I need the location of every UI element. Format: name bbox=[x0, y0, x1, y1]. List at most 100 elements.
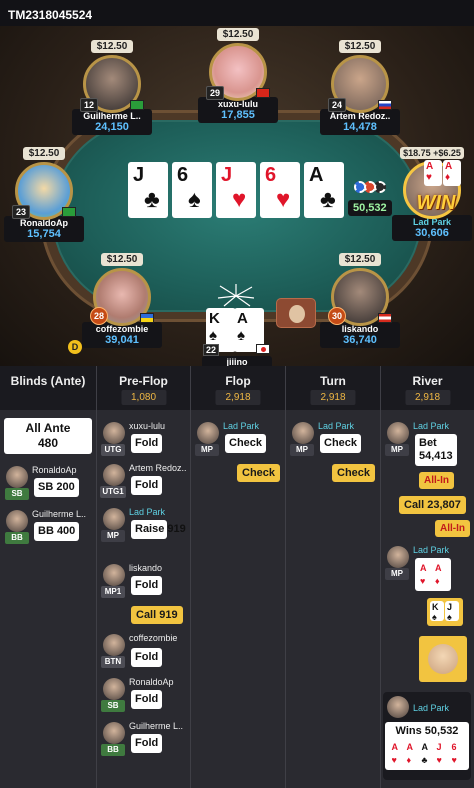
avatar: 23 bbox=[12, 162, 76, 220]
opponent-hand: K ♠J ♠ bbox=[427, 598, 463, 626]
player-name: RonaldoAp bbox=[129, 677, 174, 687]
wins-box: Wins 50,532 A ♥A ♦A ♣J ♥6 ♥ bbox=[385, 722, 469, 770]
brazil-flag-icon bbox=[62, 207, 76, 217]
avatar bbox=[103, 564, 125, 586]
col-flop: Flop 2,918 MP Lad Park Check Check bbox=[190, 366, 285, 788]
player-stack: 15,754 bbox=[27, 228, 61, 240]
player-name: Lad Park bbox=[129, 507, 166, 517]
playing-card: A ♦ bbox=[443, 160, 461, 186]
bet-amount: $18.75 +$6.25 bbox=[400, 147, 464, 159]
player-name: Lad Park bbox=[413, 703, 450, 713]
avatar bbox=[103, 722, 125, 744]
playing-card: 6 ♥ bbox=[449, 740, 464, 765]
col-preflop: Pre-Flop 1,080 UTG xuxu-lulu Fold UTG1 A… bbox=[96, 366, 190, 788]
bet-amount: $12.50 bbox=[338, 253, 382, 266]
seat-lad-park[interactable]: $18.75 +$6.25 A ♥A ♦ WIN Lad Park 30,606 bbox=[392, 143, 472, 241]
player-stack: 36,740 bbox=[343, 334, 377, 346]
player-name: xuxu-lulu bbox=[129, 421, 166, 431]
action-box: Bet 54,413 bbox=[415, 434, 457, 466]
seat-artem[interactable]: $12.50 24 Artem Redoz.. 14,478 bbox=[320, 36, 400, 135]
avatar: A ♥A ♦ WIN bbox=[403, 160, 462, 219]
check-box: Check bbox=[332, 464, 376, 482]
column-pot: 2,918 bbox=[404, 390, 451, 405]
emoji-button[interactable] bbox=[276, 298, 316, 328]
avatar bbox=[103, 422, 125, 444]
call-box: Call 23,807 bbox=[399, 496, 466, 514]
win-banner: WIN bbox=[416, 192, 456, 214]
cracked-glass-icon bbox=[217, 284, 255, 307]
column-title: Flop bbox=[225, 374, 251, 388]
position-badge: UTG1 bbox=[100, 486, 126, 498]
position-badge: BTN bbox=[101, 656, 125, 668]
action-box: Check bbox=[320, 434, 362, 453]
poker-table: $12.50 12 Guilherme L.. 24,150 $12.50 29… bbox=[0, 26, 474, 366]
player-name: Artem Redoz.. bbox=[129, 463, 187, 473]
level-badge: 22 bbox=[203, 344, 220, 356]
all-in-tag: All-In bbox=[419, 472, 454, 489]
player-stack: 24,150 bbox=[95, 121, 129, 133]
level-badge: 28 bbox=[90, 307, 108, 325]
avatar bbox=[103, 464, 125, 486]
check-box: Check bbox=[237, 464, 281, 482]
playing-card: K ♠ bbox=[430, 601, 444, 622]
avatar: 28 bbox=[90, 268, 154, 326]
bet-amount: $12.50 bbox=[100, 253, 144, 266]
board-card: 6 ♠ bbox=[172, 162, 212, 218]
pot-amount: 50,532 bbox=[348, 200, 392, 216]
playing-card: A ♦ bbox=[433, 561, 447, 586]
position-badge: BB bbox=[101, 744, 125, 756]
position-badge: SB bbox=[101, 700, 125, 712]
hero-nameplate: jiiino 0 bbox=[202, 356, 272, 366]
player-stack: 39,041 bbox=[105, 334, 139, 346]
japan-flag-icon bbox=[256, 344, 270, 354]
avatar: 12 bbox=[80, 55, 144, 113]
bet-amount: $12.50 bbox=[216, 28, 260, 41]
col-blinds: Blinds (Ante) All Ante 480 SB RonaldoAp S… bbox=[0, 366, 96, 788]
playing-card: J ♠ bbox=[445, 601, 459, 622]
board-card: J ♣ bbox=[128, 162, 168, 218]
seat-liskando[interactable]: $12.50 30 liskando 36,740 bbox=[320, 249, 400, 348]
position-badge: MP bbox=[290, 444, 314, 456]
player-name: Guilherme L.. bbox=[32, 509, 87, 519]
shown-hand: A ♥A ♦ bbox=[415, 558, 451, 591]
action-box: Raise 919 bbox=[131, 520, 186, 539]
avatar bbox=[103, 678, 125, 700]
position-badge: SB bbox=[5, 488, 29, 500]
position-badge: BB bbox=[5, 532, 29, 544]
player-name: RonaldoAp bbox=[32, 465, 77, 475]
board-card: 6 ♥ bbox=[260, 162, 300, 218]
brazil-flag-icon bbox=[130, 100, 144, 110]
player-name: coffezombie bbox=[129, 633, 178, 643]
avatar bbox=[103, 634, 125, 656]
all-in-tag: All-In bbox=[435, 520, 470, 537]
playing-card: A ♥ bbox=[418, 561, 432, 586]
seat-coffezombie[interactable]: $12.50 28 coffezombie 39,041 bbox=[82, 249, 162, 348]
player-stack: 14,478 bbox=[343, 121, 377, 133]
board-card: J ♥ bbox=[216, 162, 256, 218]
column-title: Turn bbox=[320, 374, 346, 388]
playing-card: A ♥ bbox=[389, 740, 404, 765]
avatar bbox=[6, 466, 28, 488]
playing-card: A ♥ bbox=[424, 160, 442, 186]
action-box: BB 400 bbox=[34, 522, 80, 541]
ukraine-flag-icon bbox=[140, 313, 154, 323]
level-badge: 24 bbox=[328, 98, 347, 112]
austria-flag-icon bbox=[378, 313, 392, 323]
shown-cards: A ♥A ♦ bbox=[424, 160, 462, 186]
playing-card: A ♣ bbox=[419, 740, 434, 765]
position-badge: MP bbox=[195, 444, 219, 456]
position-badge: UTG bbox=[101, 444, 125, 456]
seat-xuxu-lulu[interactable]: $12.50 29 xuxu-lulu 17,855 bbox=[198, 26, 278, 123]
player-name: Guilherme L.. bbox=[129, 721, 184, 731]
player-name: Lad Park bbox=[413, 545, 450, 555]
player-name: liskando bbox=[129, 563, 163, 573]
player-stack: 30,606 bbox=[415, 227, 449, 239]
column-pot: 1,080 bbox=[120, 390, 167, 405]
action-box: SB 200 bbox=[34, 478, 79, 497]
community-cards: J ♣ 6 ♠ J ♥ 6 ♥ A ♣ bbox=[128, 162, 348, 218]
seat-guilherme[interactable]: $12.50 12 Guilherme L.. 24,150 bbox=[72, 36, 152, 135]
player-name: jiiino bbox=[226, 357, 248, 366]
column-title: Blinds (Ante) bbox=[10, 374, 86, 388]
all-ante-box: All Ante 480 bbox=[4, 418, 92, 454]
seat-ronaldoap[interactable]: $12.50 23 RonaldoAp 15,754 bbox=[4, 143, 84, 242]
